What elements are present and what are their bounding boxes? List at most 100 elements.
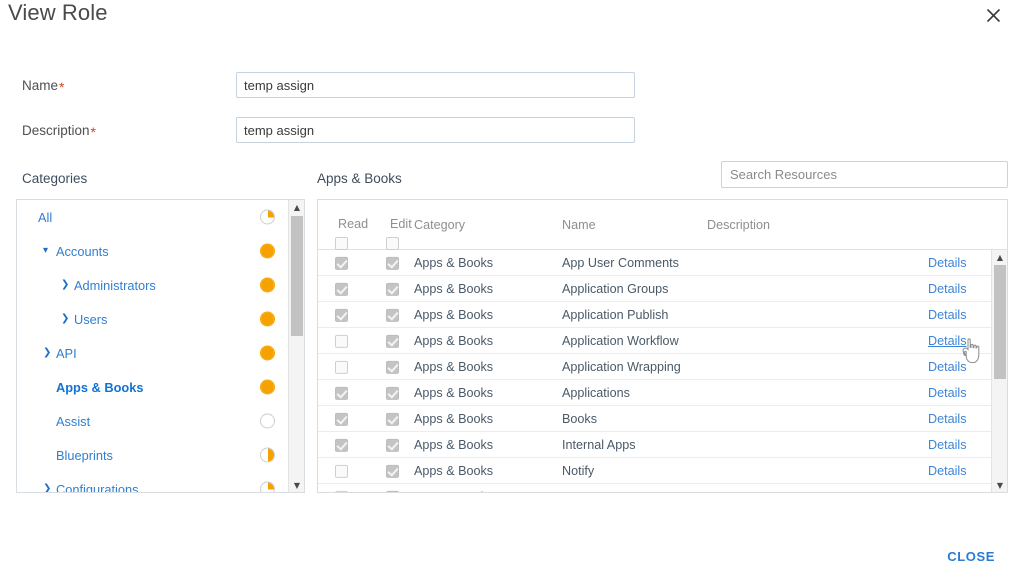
scroll-down-icon[interactable]: ▼ (992, 478, 1007, 492)
row-read-checkbox[interactable] (335, 489, 348, 492)
table-row[interactable]: Apps & Books Applications Details (318, 380, 991, 406)
table-row[interactable]: Apps & Books Application Groups Details (318, 276, 991, 302)
category-tree-item[interactable]: ❯ Administrators (17, 268, 287, 302)
row-edit-checkbox[interactable] (386, 307, 399, 322)
row-details-link[interactable]: Details (928, 308, 967, 322)
row-edit-checkbox[interactable] (386, 281, 399, 296)
table-row[interactable]: Apps & Books App User Comments Details (318, 250, 991, 276)
table-row[interactable]: Apps & Books Application Wrapping Details (318, 354, 991, 380)
name-input[interactable] (236, 72, 635, 98)
scroll-up-icon[interactable]: ▲ (992, 250, 1007, 264)
row-name: Application Groups (562, 281, 669, 296)
row-read-checkbox[interactable] (335, 281, 348, 296)
category-tree-item[interactable]: ❯All (17, 200, 287, 234)
scroll-down-icon[interactable]: ▼ (289, 478, 304, 492)
categories-tree: ❯All▾Accounts❯Administrators❯Users❯API❯A… (17, 200, 287, 492)
row-read-checkbox[interactable] (335, 333, 348, 348)
chevron-right-icon[interactable]: ❯ (43, 348, 54, 358)
resources-panel: Read Edit Category Name Description Apps… (317, 199, 1008, 493)
chevron-right-icon[interactable]: ❯ (61, 280, 72, 290)
chevron-down-icon[interactable]: ▾ (43, 246, 54, 256)
row-details-link[interactable]: Details (928, 334, 967, 348)
table-row[interactable]: Apps & Books Application Workflow Details (318, 328, 991, 354)
row-read-checkbox[interactable] (335, 255, 348, 270)
category-tree-item[interactable]: ❯ API (17, 336, 287, 370)
row-category: Apps & Books (414, 490, 493, 493)
table-row[interactable]: Apps & Books (318, 484, 991, 493)
column-header-category: Category (414, 218, 466, 232)
category-tree-item[interactable]: ❯ Configurations (17, 472, 287, 493)
category-tree-item[interactable]: ❯Apps & Books (17, 370, 287, 404)
row-details-link[interactable]: Details (928, 256, 967, 270)
row-category: Apps & Books (414, 437, 494, 452)
row-read-checkbox[interactable] (335, 463, 348, 478)
description-required-marker: * (90, 124, 96, 140)
row-read-checkbox[interactable] (335, 307, 348, 322)
resources-scrollbar-thumb[interactable] (994, 265, 1006, 379)
permission-indicator-icon (260, 379, 275, 395)
categories-heading: Categories (22, 171, 88, 186)
chevron-right-icon[interactable]: ❯ (61, 314, 72, 324)
row-name: App User Comments (562, 255, 679, 270)
scroll-up-icon[interactable]: ▲ (289, 200, 304, 214)
table-row[interactable]: Apps & Books Application Publish Details (318, 302, 991, 328)
row-edit-checkbox[interactable] (386, 385, 399, 400)
row-name: Books (562, 411, 598, 426)
row-read-checkbox[interactable] (335, 411, 348, 426)
row-edit-checkbox[interactable] (386, 463, 399, 478)
close-icon[interactable] (980, 2, 1006, 28)
row-read-checkbox[interactable] (335, 359, 348, 374)
row-name: Application Publish (562, 307, 669, 322)
row-edit-checkbox[interactable] (386, 411, 399, 426)
categories-scrollbar-thumb[interactable] (291, 216, 303, 336)
category-tree-item[interactable]: ❯Blueprints (17, 438, 287, 472)
row-category: Apps & Books (414, 255, 494, 270)
categories-panel: ❯All▾Accounts❯Administrators❯Users❯API❯A… (16, 199, 305, 493)
category-tree-item-label: All (38, 209, 53, 225)
permission-indicator-icon (260, 345, 275, 361)
row-edit-checkbox[interactable] (386, 437, 399, 452)
description-label: Description* (22, 123, 96, 140)
search-input[interactable] (721, 161, 1008, 188)
row-details-link[interactable]: Details (928, 282, 967, 296)
chevron-right-icon[interactable]: ❯ (43, 484, 54, 493)
row-details-link[interactable]: Details (928, 386, 967, 400)
row-edit-checkbox[interactable] (386, 333, 399, 348)
category-tree-item-label: Apps & Books (56, 379, 144, 395)
row-details-link[interactable]: Details (928, 412, 967, 426)
column-header-description: Description (707, 218, 770, 232)
column-header-read: Read (338, 217, 369, 231)
row-edit-checkbox[interactable] (386, 359, 399, 374)
row-category: Apps & Books (414, 411, 494, 426)
categories-scrollbar[interactable]: ▲ ▼ (288, 200, 304, 492)
row-details-link[interactable]: Details (928, 438, 967, 452)
permission-indicator-icon (260, 481, 275, 492)
row-edit-checkbox[interactable] (386, 489, 399, 492)
row-category: Apps & Books (414, 463, 494, 478)
row-category: Apps & Books (414, 359, 494, 374)
row-details-link[interactable]: Details (928, 360, 967, 374)
category-tree-item[interactable]: ❯Assist (17, 404, 287, 438)
row-read-checkbox[interactable] (335, 385, 348, 400)
category-tree-item[interactable]: ❯ Users (17, 302, 287, 336)
description-label-text: Description (22, 123, 90, 138)
permission-indicator-icon (260, 447, 275, 463)
table-row[interactable]: Apps & Books Books Details (318, 406, 991, 432)
table-row[interactable]: Apps & Books Internal Apps Details (318, 432, 991, 458)
table-row[interactable]: Apps & Books Notify Details (318, 458, 991, 484)
category-tree-item-label: Accounts (56, 243, 109, 259)
resources-scrollbar[interactable]: ▲ ▼ (991, 250, 1007, 492)
table-body: Apps & Books App User Comments Details Apps… (318, 250, 991, 493)
category-tree-item[interactable]: ▾ Accounts (17, 234, 287, 268)
category-tree-item-label: Blueprints (56, 447, 113, 463)
close-button[interactable]: CLOSE (941, 545, 1001, 568)
row-details-link[interactable]: Details (928, 464, 967, 478)
row-name: Notify (562, 463, 595, 478)
row-read-checkbox[interactable] (335, 437, 348, 452)
permission-indicator-icon (260, 277, 275, 293)
column-header-name: Name (562, 218, 596, 232)
description-input[interactable] (236, 117, 635, 143)
row-edit-checkbox[interactable] (386, 255, 399, 270)
row-category: Apps & Books (414, 385, 494, 400)
category-tree-item-label: Users (74, 311, 108, 327)
